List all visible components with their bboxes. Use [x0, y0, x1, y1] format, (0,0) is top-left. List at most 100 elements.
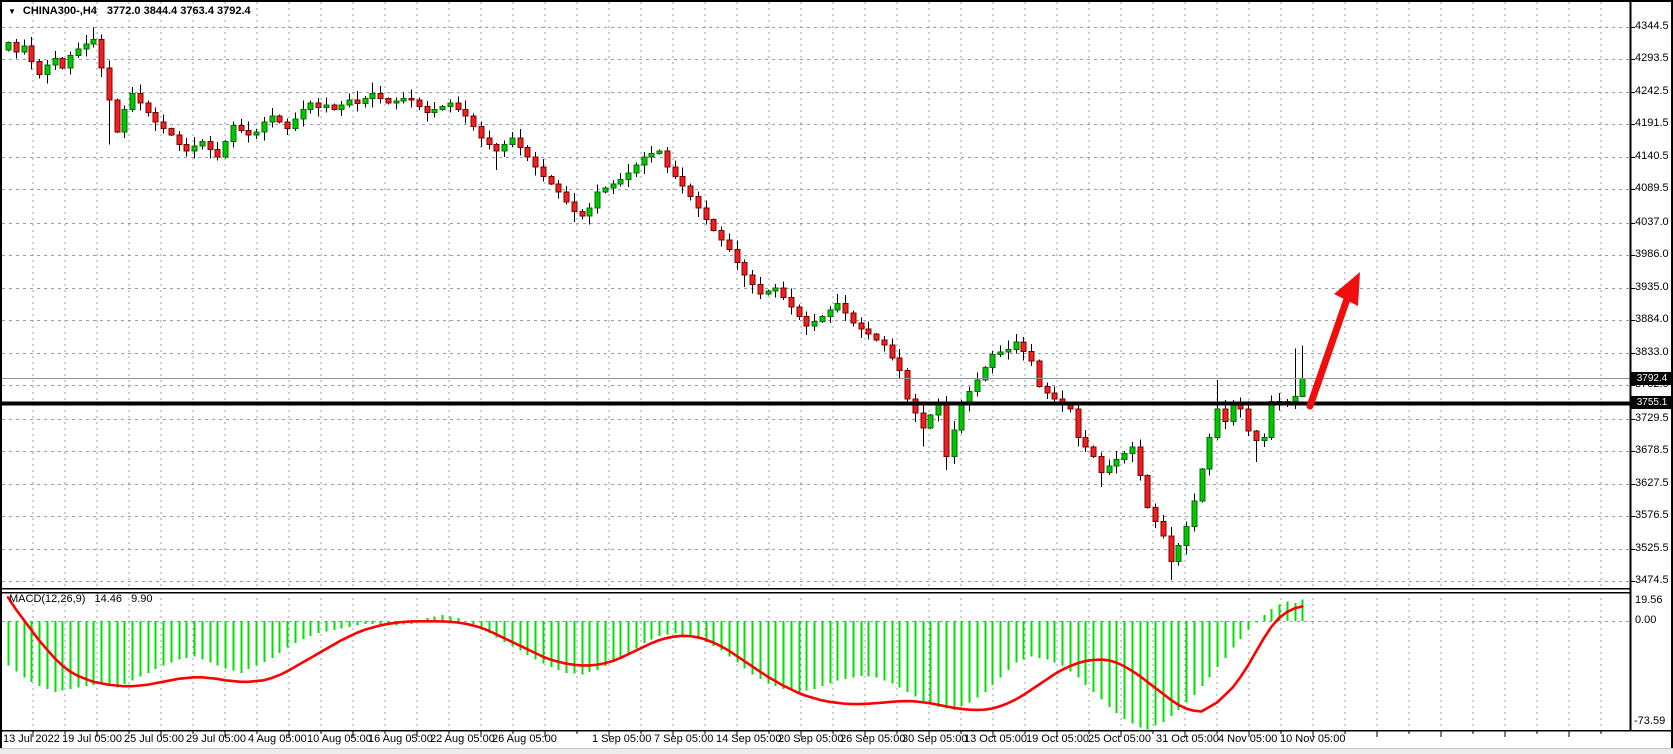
price-axis-label: 3884.0 [1635, 313, 1669, 325]
bear-candle-body [184, 144, 189, 150]
bear-candle-body [874, 334, 879, 340]
time-axis-label: 25 Oct 05:00 [1088, 733, 1151, 745]
bull-candle-body [835, 304, 840, 310]
bear-candle-body [797, 307, 802, 317]
price-axis-label: 4089.5 [1635, 182, 1669, 194]
price-axis-label: 4293.5 [1635, 52, 1669, 64]
bear-candle-body [750, 275, 755, 285]
bear-candle-body [332, 105, 337, 109]
bull-candle-body [766, 291, 771, 294]
bear-candle-body [1145, 476, 1150, 508]
bull-candle-body [1300, 379, 1305, 397]
bear-candle-body [905, 371, 910, 400]
bull-candle-body [952, 430, 957, 457]
bull-candle-body [1006, 350, 1011, 353]
macd-scale-zero: 0.00 [1635, 614, 1656, 626]
bull-candle-body [1215, 409, 1220, 438]
bull-candle-body [1200, 469, 1205, 501]
bear-candle-body [146, 103, 151, 113]
bear-candle-body [1254, 431, 1259, 441]
bull-candle-body [595, 192, 600, 208]
bear-candle-body [246, 130, 251, 134]
bull-candle-body [1114, 460, 1119, 466]
bull-candle-body [928, 415, 933, 428]
bull-candle-body [1192, 501, 1197, 526]
bear-candle-body [1045, 386, 1050, 392]
price-axis-label: 4037.0 [1635, 216, 1669, 228]
bear-candle-body [1099, 457, 1104, 473]
bear-candle-body [1169, 536, 1174, 561]
bull-candle-body [347, 100, 352, 105]
bear-candle-body [60, 59, 65, 69]
bear-candle-body [897, 358, 902, 371]
bull-candle-body [967, 392, 972, 403]
bull-candle-body [394, 101, 399, 103]
bull-candle-body [773, 288, 778, 291]
bear-candle-body [704, 208, 709, 219]
bull-candle-body [642, 157, 647, 165]
time-axis-label: 4 Aug 05:00 [248, 733, 307, 745]
bear-candle-body [355, 100, 360, 104]
bull-candle-body [1107, 466, 1112, 472]
bear-candle-body [1037, 361, 1042, 386]
bull-candle-body [440, 106, 445, 109]
bear-candle-body [719, 230, 724, 240]
price-axis-label: 4140.5 [1635, 150, 1669, 162]
macd-main-value: 14.46 [94, 593, 122, 605]
bull-candle-body [618, 180, 623, 184]
bear-candle-body [1138, 447, 1143, 476]
time-axis-label: 7 Sep 05:00 [654, 733, 713, 745]
time-axis-label: 22 Aug 05:00 [430, 733, 495, 745]
bear-candle-body [688, 186, 693, 197]
time-axis-label: 26 Aug 05:00 [492, 733, 557, 745]
bear-candle-body [386, 99, 391, 103]
macd-scale-max: 19.56 [1635, 594, 1663, 606]
bull-candle-body [324, 105, 329, 108]
bear-candle-body [572, 202, 577, 212]
symbol-dropdown-icon[interactable]: ▼ [8, 7, 16, 16]
bear-candle-body [711, 220, 716, 231]
bear-candle-body [541, 167, 546, 177]
price-axis-label: 3678.5 [1635, 444, 1669, 456]
bull-candle-body [200, 141, 205, 145]
bear-candle-body [1246, 409, 1251, 431]
up-arrow-shaft[interactable] [1310, 299, 1347, 406]
bear-candle-body [580, 211, 585, 215]
bull-candle-body [1014, 342, 1019, 350]
bear-candle-body [735, 250, 740, 263]
price-axis-label: 3525.5 [1635, 542, 1669, 554]
price-axis-label: 3474.5 [1635, 574, 1669, 586]
time-axis-label: 19 Jul 05:00 [62, 733, 122, 745]
macd-name-label: MACD(12,26,9) [9, 593, 85, 605]
bear-candle-body [944, 402, 949, 456]
bear-candle-body [781, 288, 786, 298]
chart-canvas[interactable] [0, 0, 1673, 754]
bear-candle-body [177, 135, 182, 145]
bear-candle-body [1076, 409, 1081, 438]
bear-candle-body [556, 184, 561, 192]
bull-candle-body [611, 184, 616, 188]
trading-chart-window: ▼ CHINA300-,H4 3772.0 3844.4 3763.4 3792… [0, 0, 1673, 754]
time-axis-label: 4 Nov 05:00 [1218, 733, 1277, 745]
bear-candle-body [1091, 447, 1096, 457]
bear-candle-body [665, 151, 670, 167]
bull-candle-body [820, 316, 825, 321]
bear-candle-body [727, 240, 732, 250]
bear-candle-body [1223, 409, 1228, 422]
bear-candle-body [138, 94, 143, 104]
bull-candle-body [370, 94, 375, 99]
bear-candle-body [1153, 507, 1158, 521]
bear-candle-body [533, 157, 538, 167]
bull-candle-body [1130, 447, 1135, 453]
bull-candle-body [301, 109, 306, 119]
bull-candle-body [1262, 437, 1267, 440]
bull-candle-body [363, 99, 368, 104]
time-axis-label: 13 Jul 2022 [3, 733, 60, 745]
bear-candle-body [804, 316, 809, 326]
bull-candle-body [339, 105, 344, 109]
bull-candle-body [634, 165, 639, 173]
time-axis-label: 26 Sep 05:00 [840, 733, 905, 745]
price-axis-label: 3833.0 [1635, 346, 1669, 358]
time-axis-label: 31 Oct 05:00 [1156, 733, 1219, 745]
bull-candle-body [959, 402, 964, 429]
